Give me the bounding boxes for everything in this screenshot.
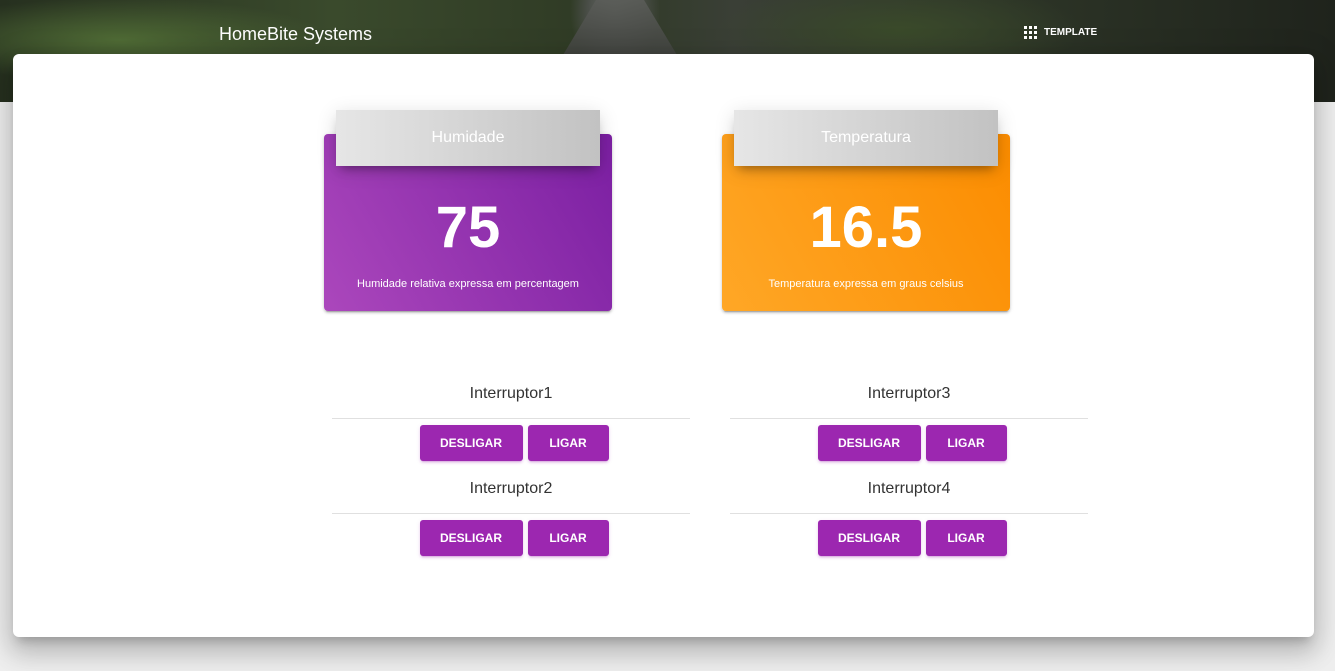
brand-title[interactable]: HomeBite Systems (219, 24, 372, 45)
switch-1: Interruptor1 Desligar Ligar (332, 382, 690, 461)
temperature-description: Temperatura expressa em graus celsius (768, 278, 964, 290)
switch-4-buttons: Desligar Ligar (730, 520, 1088, 556)
divider (730, 418, 1088, 419)
switch-1-off-button[interactable]: Desligar (419, 425, 523, 461)
humidity-card: Humidade 75 Humidade relativa expressa e… (324, 110, 612, 311)
switch-3-on-button[interactable]: Ligar (925, 425, 1007, 461)
humidity-description: Humidade relativa expressa em percentage… (357, 278, 579, 290)
switch-1-on-button[interactable]: Ligar (527, 425, 609, 461)
temperature-card-title: Temperatura (821, 129, 911, 146)
switch-2-buttons: Desligar Ligar (332, 520, 690, 556)
temperature-value: 16.5 (809, 195, 923, 260)
apps-grid-icon (1024, 26, 1037, 39)
road-image (560, 0, 680, 60)
switch-4: Interruptor4 Desligar Ligar (730, 477, 1088, 556)
humidity-card-title: Humidade (431, 129, 505, 146)
switch-4-on-button[interactable]: Ligar (925, 520, 1007, 556)
switch-3-buttons: Desligar Ligar (730, 425, 1088, 461)
switch-3-label: Interruptor3 (867, 385, 951, 402)
switch-2-on-button[interactable]: Ligar (527, 520, 609, 556)
divider (332, 418, 690, 419)
switch-3-off-button[interactable]: Desligar (817, 425, 921, 461)
switch-4-off-button[interactable]: Desligar (817, 520, 921, 556)
switch-3: Interruptor3 Desligar Ligar (730, 382, 1088, 461)
switch-1-buttons: Desligar Ligar (332, 425, 690, 461)
switch-2-label: Interruptor2 (469, 480, 553, 497)
switch-1-label: Interruptor1 (469, 385, 553, 402)
temperature-card-header: Temperatura (734, 110, 998, 166)
temperature-card: Temperatura 16.5 Temperatura expressa em… (722, 110, 1010, 311)
switch-2-off-button[interactable]: Desligar (419, 520, 523, 556)
divider (730, 513, 1088, 514)
template-link[interactable]: TEMPLATE (1024, 26, 1097, 39)
humidity-value: 75 (435, 195, 501, 260)
template-label: TEMPLATE (1044, 27, 1098, 38)
divider (332, 513, 690, 514)
switch-2: Interruptor2 Desligar Ligar (332, 477, 690, 556)
humidity-card-header: Humidade (336, 110, 600, 166)
switch-4-label: Interruptor4 (867, 480, 951, 497)
